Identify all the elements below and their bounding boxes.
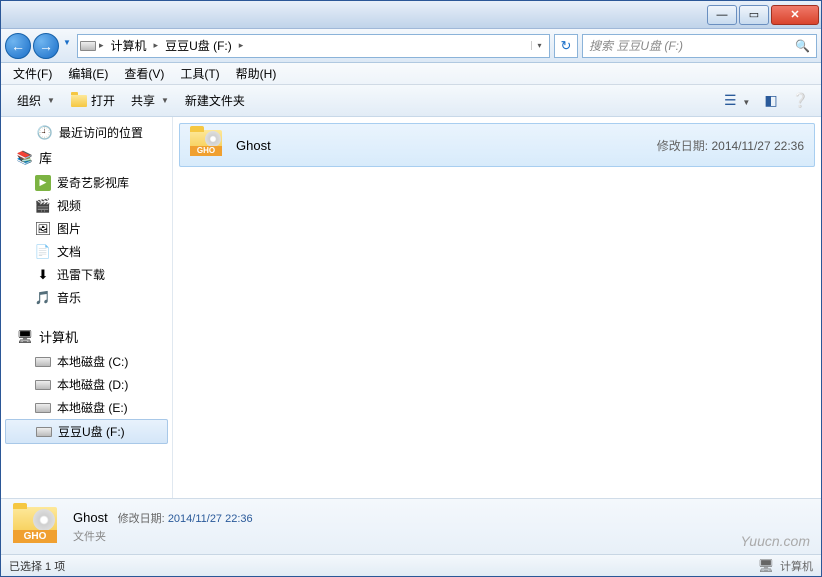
sidebar-drive-c[interactable]: 本地磁盘 (C:) xyxy=(1,350,172,373)
sidebar-item-music[interactable]: 🎵音乐 xyxy=(1,286,172,309)
sidebar-item-pictures[interactable]: 🖼图片 xyxy=(1,217,172,240)
breadcrumb-computer[interactable]: 计算机 xyxy=(107,37,151,54)
titlebar: — ▭ ✕ xyxy=(1,1,821,29)
navbar: ← → ▼ ▸ 计算机 ▸ 豆豆U盘 (F:) ▸ ▾ ↻ 搜索 豆豆U盘 (F… xyxy=(1,29,821,63)
libraries-icon: 📚 xyxy=(17,150,33,166)
sidebar-drive-f[interactable]: 豆豆U盘 (F:) xyxy=(5,419,168,444)
details-name: Ghost xyxy=(73,510,108,525)
gho-folder-icon: GHO xyxy=(13,507,61,547)
file-name: Ghost xyxy=(236,138,271,153)
file-date: 修改日期: 2014/11/27 22:36 xyxy=(657,137,804,154)
sidebar-item-xunlei[interactable]: ⬇迅雷下载 xyxy=(1,263,172,286)
chevron-right-icon[interactable]: ▸ xyxy=(96,40,107,51)
preview-pane-button[interactable]: ◧ xyxy=(760,90,781,111)
app-icon: ▶ xyxy=(35,175,51,191)
menubar: 文件(F) 编辑(E) 查看(V) 工具(T) 帮助(H) xyxy=(1,63,821,85)
statusbar: 已选择 1 项 🖥 计算机 xyxy=(1,554,821,576)
details-pane: GHO Ghost 修改日期: 2014/11/27 22:36 文件夹 xyxy=(1,498,821,554)
pictures-icon: 🖼 xyxy=(35,221,51,237)
folder-icon xyxy=(71,93,87,109)
file-list[interactable]: GHO Ghost 修改日期: 2014/11/27 22:36 xyxy=(173,117,821,498)
organize-button[interactable]: 组织▼ xyxy=(9,89,63,112)
drive-icon xyxy=(35,354,51,370)
sidebar-recent[interactable]: 🕘 最近访问的位置 xyxy=(1,121,172,144)
watermark: Yuucn.com xyxy=(740,533,810,549)
sidebar-drive-d[interactable]: 本地磁盘 (D:) xyxy=(1,373,172,396)
sidebar-item-documents[interactable]: 📄文档 xyxy=(1,240,172,263)
menu-help[interactable]: 帮助(H) xyxy=(228,63,285,84)
download-icon: ⬇ xyxy=(35,267,51,283)
recent-icon: 🕘 xyxy=(37,125,53,141)
drive-icon xyxy=(80,38,96,54)
status-text: 已选择 1 项 xyxy=(9,558,65,574)
details-date: 修改日期: 2014/11/27 22:36 xyxy=(118,510,253,526)
drive-icon xyxy=(35,377,51,393)
minimize-button[interactable]: — xyxy=(707,5,737,25)
help-button[interactable]: ❔ xyxy=(788,90,813,111)
close-button[interactable]: ✕ xyxy=(771,5,819,25)
search-placeholder: 搜索 豆豆U盘 (F:) xyxy=(589,37,683,54)
nav-arrows: ← → ▼ xyxy=(5,33,73,59)
maximize-button[interactable]: ▭ xyxy=(739,5,769,25)
sidebar-item-iqiyi[interactable]: ▶爱奇艺影视库 xyxy=(1,171,172,194)
music-icon: 🎵 xyxy=(35,290,51,306)
documents-icon: 📄 xyxy=(35,244,51,260)
sidebar-item-videos[interactable]: 🎬视频 xyxy=(1,194,172,217)
drive-icon xyxy=(35,400,51,416)
history-dropdown[interactable]: ▼ xyxy=(61,33,73,53)
breadcrumb-drive[interactable]: 豆豆U盘 (F:) xyxy=(161,37,236,54)
view-options-button[interactable]: ☰ ▼ xyxy=(720,90,754,111)
computer-icon: 🖥 xyxy=(17,329,33,345)
body-area: 🕘 最近访问的位置 📚 库 ▶爱奇艺影视库 🎬视频 🖼图片 📄文档 ⬇迅雷下载 … xyxy=(1,117,821,498)
status-computer: 计算机 xyxy=(780,558,813,574)
chevron-right-icon[interactable]: ▸ xyxy=(236,40,247,51)
search-input[interactable]: 搜索 豆豆U盘 (F:) 🔍 xyxy=(582,34,817,58)
address-dropdown[interactable]: ▾ xyxy=(531,41,547,50)
back-button[interactable]: ← xyxy=(5,33,31,59)
chevron-down-icon: ▼ xyxy=(161,96,169,105)
chevron-down-icon: ▼ xyxy=(47,96,55,105)
details-type: 文件夹 xyxy=(73,528,253,544)
menu-view[interactable]: 查看(V) xyxy=(116,63,172,84)
address-bar[interactable]: ▸ 计算机 ▸ 豆豆U盘 (F:) ▸ ▾ xyxy=(77,34,550,58)
open-button[interactable]: 打开 xyxy=(63,89,123,112)
gho-folder-icon: GHO xyxy=(190,130,226,160)
sidebar-libraries[interactable]: 📚 库 xyxy=(1,144,172,171)
new-folder-button[interactable]: 新建文件夹 xyxy=(177,89,253,112)
computer-icon: 🖥 xyxy=(758,558,774,574)
sidebar-drive-e[interactable]: 本地磁盘 (E:) xyxy=(1,396,172,419)
chevron-right-icon[interactable]: ▸ xyxy=(151,40,162,51)
video-icon: 🎬 xyxy=(35,198,51,214)
toolbar: 组织▼ 打开 共享▼ 新建文件夹 ☰ ▼ ◧ ❔ xyxy=(1,85,821,117)
file-item-ghost[interactable]: GHO Ghost 修改日期: 2014/11/27 22:36 xyxy=(179,123,815,167)
search-icon[interactable]: 🔍 xyxy=(795,39,810,53)
drive-icon xyxy=(36,424,52,440)
menu-file[interactable]: 文件(F) xyxy=(5,63,60,84)
sidebar: 🕘 最近访问的位置 📚 库 ▶爱奇艺影视库 🎬视频 🖼图片 📄文档 ⬇迅雷下载 … xyxy=(1,117,173,498)
menu-edit[interactable]: 编辑(E) xyxy=(60,63,116,84)
share-button[interactable]: 共享▼ xyxy=(123,89,177,112)
forward-button[interactable]: → xyxy=(33,33,59,59)
sidebar-computer[interactable]: 🖥 计算机 xyxy=(1,323,172,350)
explorer-window: — ▭ ✕ ← → ▼ ▸ 计算机 ▸ 豆豆U盘 (F:) ▸ ▾ ↻ 搜索 豆… xyxy=(0,0,822,577)
menu-tools[interactable]: 工具(T) xyxy=(172,63,227,84)
refresh-button[interactable]: ↻ xyxy=(554,34,578,58)
